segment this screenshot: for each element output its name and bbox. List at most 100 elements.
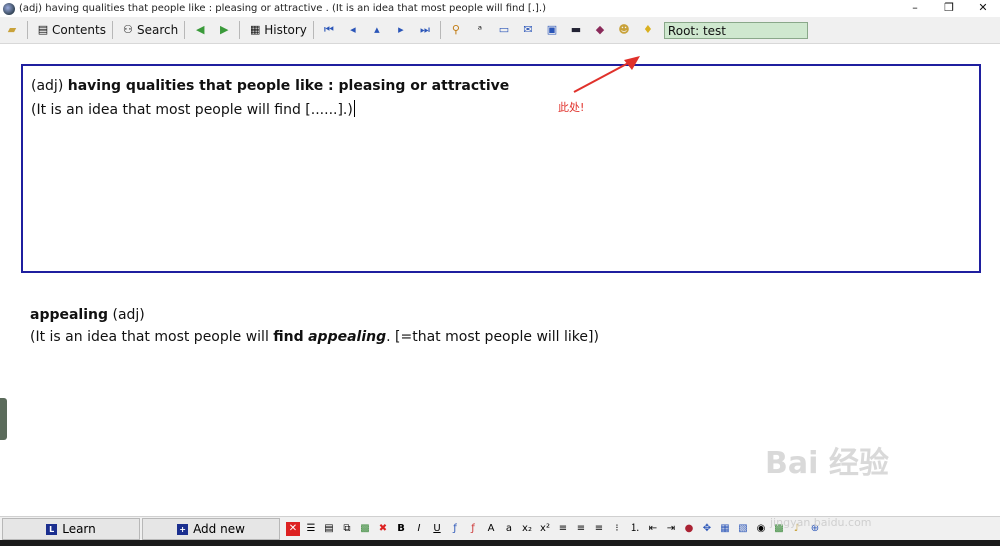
- contents-button[interactable]: ▤ Contents: [31, 20, 109, 40]
- nav-last-button[interactable]: ⏭: [413, 20, 437, 40]
- learn-icon: L: [46, 523, 58, 535]
- window-button[interactable]: ▣: [540, 20, 564, 40]
- example-bold-italic: appealing: [308, 329, 387, 345]
- restore-button[interactable]: ❐: [932, 0, 966, 17]
- nav-first-button[interactable]: ⏮: [317, 20, 341, 40]
- italic-icon[interactable]: I: [412, 522, 426, 536]
- grid-view-icon[interactable]: ▤: [322, 522, 336, 536]
- panel-icon: ▬: [570, 23, 582, 36]
- binoculars-icon: ⚇: [123, 23, 133, 36]
- first-icon: ⏮: [323, 23, 334, 36]
- list-view-icon[interactable]: ☰: [304, 522, 318, 536]
- search-button[interactable]: ⚇ Search: [116, 20, 181, 40]
- image-icon[interactable]: ▧: [736, 522, 750, 536]
- add-icon: +: [177, 523, 189, 535]
- font-color-icon[interactable]: ƒ: [448, 522, 462, 536]
- magnifier-icon: ⚲: [451, 23, 460, 36]
- main-toolbar: ▰ ▤ Contents ⚇ Search ◀ ▶ ▦ History ⏮ ◂ …: [0, 17, 1000, 44]
- separator: [439, 21, 441, 39]
- history-button[interactable]: ▦ History: [243, 20, 310, 40]
- font-increase-icon[interactable]: A: [484, 522, 498, 536]
- minimize-button[interactable]: –: [898, 0, 932, 17]
- format-toolbar: ✕ ☰ ▤ ⧉ ▩ ✖ B I U ƒ ƒ A a x₂ x² ≡ ≡ ≡ ⁝ …: [284, 522, 824, 536]
- window-icon: ▣: [546, 23, 558, 36]
- search-label: Search: [136, 23, 179, 37]
- annotation-arrow: [573, 56, 640, 93]
- learn-label: Learn: [62, 522, 96, 536]
- window-title: (adj) having qualities that people like …: [19, 3, 546, 14]
- superscript-icon[interactable]: x²: [538, 522, 552, 536]
- back-button[interactable]: ◀: [188, 20, 212, 40]
- bullet-list-icon[interactable]: ⁝: [610, 522, 624, 536]
- font-decrease-icon[interactable]: a: [502, 522, 516, 536]
- example-part: (It is an idea that most people will: [30, 329, 274, 345]
- text-caret: [353, 100, 355, 117]
- entry-headword-line: appealing (adj): [30, 307, 145, 323]
- forward-button[interactable]: ▶: [212, 20, 236, 40]
- envelope-icon: ✉: [523, 23, 533, 36]
- entry-example-line: (It is an idea that most people will fin…: [30, 329, 599, 345]
- separator: [27, 21, 28, 39]
- book-icon: ◆: [595, 23, 605, 36]
- separator: [184, 21, 186, 39]
- root-field[interactable]: Root: test: [663, 21, 808, 39]
- separator: [111, 21, 113, 39]
- find-button[interactable]: ⚲: [444, 20, 468, 40]
- example-line: (It is an idea that most people will fin…: [31, 100, 355, 118]
- move-icon[interactable]: ✥: [700, 522, 714, 536]
- bold-icon[interactable]: B: [394, 522, 408, 536]
- paste-icon[interactable]: ▩: [358, 522, 372, 536]
- history-label: History: [264, 23, 307, 37]
- underline-icon[interactable]: U: [430, 522, 444, 536]
- delete-icon[interactable]: ✕: [286, 522, 300, 536]
- entry-pos: (adj): [108, 307, 145, 323]
- book-button[interactable]: ◆: [588, 20, 612, 40]
- add-new-button[interactable]: + Add new: [142, 518, 280, 540]
- separator: [312, 21, 314, 39]
- separator: [239, 21, 241, 39]
- monitor-icon: ▭: [498, 23, 510, 36]
- add-new-label: Add new: [193, 522, 245, 536]
- definition-editor[interactable]: (adj) having qualities that people like …: [21, 64, 981, 273]
- users-button[interactable]: ☻: [612, 20, 636, 40]
- close-button[interactable]: ✕: [966, 0, 1000, 17]
- subscript-icon[interactable]: x₂: [520, 522, 534, 536]
- mail-button[interactable]: ✉: [516, 20, 540, 40]
- part-of-speech: (adj): [31, 78, 68, 94]
- users-icon: ☻: [618, 23, 630, 36]
- app-icon: [3, 2, 15, 15]
- align-right-icon[interactable]: ≡: [592, 522, 606, 536]
- numbered-list-icon[interactable]: ⒈: [628, 522, 642, 536]
- learn-button[interactable]: L Learn: [2, 518, 140, 540]
- bg-color-icon[interactable]: ƒ: [466, 522, 480, 536]
- indent-decrease-icon[interactable]: ⇤: [646, 522, 660, 536]
- panel-button[interactable]: ▬: [564, 20, 588, 40]
- open-folder-button[interactable]: ▰: [0, 20, 24, 40]
- headword: appealing: [30, 307, 109, 323]
- align-left-icon[interactable]: ≡: [556, 522, 570, 536]
- folder-icon: ▰: [7, 23, 17, 36]
- definition-text: having qualities that people like : plea…: [67, 78, 510, 94]
- side-panel-handle[interactable]: [0, 398, 7, 440]
- view-button[interactable]: ▭: [492, 20, 516, 40]
- watermark-url: jingyan.baidu.com: [770, 516, 872, 529]
- indent-increase-icon[interactable]: ⇥: [664, 522, 678, 536]
- last-icon: ⏭: [419, 23, 430, 36]
- contents-label: Contents: [52, 23, 106, 37]
- prev-icon: ◂: [350, 23, 356, 36]
- replace-icon: ᵃ: [477, 23, 483, 36]
- baidu-watermark: Bai 经验: [765, 446, 889, 481]
- nav-prev-button[interactable]: ◂: [341, 20, 365, 40]
- replace-button[interactable]: ᵃ: [468, 20, 492, 40]
- up-icon: ▴: [374, 23, 380, 36]
- table-icon[interactable]: ▦: [718, 522, 732, 536]
- nav-up-button[interactable]: ▴: [365, 20, 389, 40]
- eye-icon[interactable]: ◉: [754, 522, 768, 536]
- cut-icon[interactable]: ✖: [376, 522, 390, 536]
- copy-icon[interactable]: ⧉: [340, 522, 354, 536]
- color-wheel-icon[interactable]: ●: [682, 522, 696, 536]
- align-center-icon[interactable]: ≡: [574, 522, 588, 536]
- tip-button[interactable]: ♦: [636, 20, 660, 40]
- nav-next-button[interactable]: ▸: [389, 20, 413, 40]
- title-bar: (adj) having qualities that people like …: [0, 0, 1000, 17]
